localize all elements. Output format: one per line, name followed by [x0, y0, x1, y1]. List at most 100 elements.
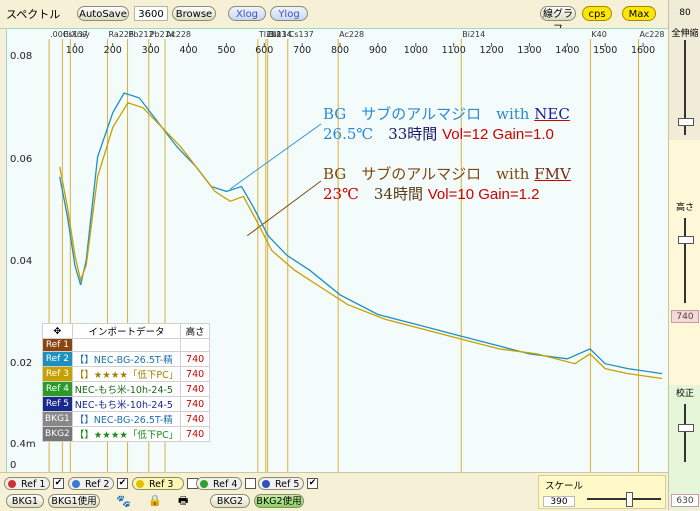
cps-button[interactable]: cps: [582, 6, 612, 21]
ref1-label: Ref 1: [21, 479, 46, 490]
isotope-label: K40: [591, 30, 606, 39]
ref5-toggle[interactable]: Ref 5: [258, 477, 304, 490]
printer-icon[interactable]: 🖶: [178, 495, 190, 507]
ref-height[interactable]: 740: [180, 411, 210, 427]
ref-height[interactable]: 740: [180, 381, 210, 397]
height-label: 高さ: [675, 203, 694, 213]
ref-height[interactable]: 740: [180, 426, 210, 442]
header-height: 高さ: [180, 323, 210, 339]
table-row[interactable]: BKG1 【】NEC-BG-26.5T-精 740: [42, 411, 210, 427]
line-graph-button[interactable]: 線グラフ: [540, 6, 576, 35]
ref-height[interactable]: 740: [180, 396, 210, 412]
ref-tag: Ref 2: [42, 351, 73, 367]
scale-panel: スケール 390: [538, 475, 666, 509]
xlog-toggle[interactable]: Xlog: [228, 6, 266, 21]
x-tick-label: 900: [369, 45, 387, 56]
scale-value[interactable]: 390: [543, 496, 575, 507]
ylog-toggle-label: Ylog: [278, 9, 300, 20]
ref4-toggle[interactable]: Ref 4: [196, 477, 242, 490]
fit-all-button[interactable]: 全伸縮: [669, 26, 700, 39]
autosave-interval-field[interactable]: 3600: [134, 6, 168, 21]
ref-name: 【】NEC-BG-26.5T-精: [71, 351, 182, 367]
scale-label: スケール: [545, 481, 584, 492]
scale-slider-track[interactable]: [587, 498, 661, 500]
height-value[interactable]: 740: [671, 310, 699, 323]
browse-button[interactable]: Browse: [172, 6, 216, 21]
bkg2-button[interactable]: BKG2: [210, 494, 250, 508]
bkg1-button[interactable]: BKG1: [6, 494, 44, 508]
bkg2-use-button[interactable]: BKG2使用: [254, 494, 304, 508]
isotope-label: Ac228: [640, 30, 665, 39]
scale-slider-knob[interactable]: [626, 492, 633, 507]
fmv-annotation-line1: BG サブのアルマジロ with FMV: [323, 163, 571, 184]
table-row[interactable]: Ref 3 【】★★★★「低下PC」 740: [42, 366, 210, 382]
ref-name: [71, 338, 182, 352]
x-tick-label: 1200: [479, 45, 503, 56]
autosave-button[interactable]: AutoSave: [77, 6, 129, 21]
nec-annotation-brand: NEC: [534, 105, 570, 123]
ref3-dot-icon: [136, 480, 144, 488]
x-tick-label: 1600: [631, 45, 655, 56]
nec-annotation-text: BG サブのアルマジロ with: [323, 105, 530, 123]
ref-name: NEC-もち米-10h-24-5: [71, 381, 182, 397]
calib-slider-knob[interactable]: [678, 424, 694, 432]
y-tick-label: 0.4m: [10, 439, 36, 450]
bkg1-use-button[interactable]: BKG1使用: [48, 494, 100, 508]
x-tick-label: 1100: [442, 45, 466, 56]
window-title: スペクトル: [6, 8, 61, 21]
calib-slider-track[interactable]: [684, 404, 686, 462]
table-row[interactable]: Ref 4 NEC-もち米-10h-24-5 740: [42, 381, 210, 397]
fmv-annotation-hours: 34時間: [358, 185, 423, 203]
ref3-label: Ref 3: [149, 479, 174, 490]
paw-icon[interactable]: 🐾: [116, 494, 131, 508]
ylog-toggle[interactable]: Ylog: [270, 6, 308, 21]
nec-pointer-line: [229, 123, 322, 190]
ref2-toggle[interactable]: Ref 2: [68, 477, 114, 490]
table-row[interactable]: BKG2 【】★★★★「低下PC」 740: [42, 426, 210, 442]
ref-name: 【】★★★★「低下PC」: [71, 366, 182, 382]
isotope-label: Bi: [63, 30, 71, 39]
ref1-toggle[interactable]: Ref 1: [4, 477, 50, 490]
isotope-label: Ac228: [166, 30, 191, 39]
ref-tag: Ref 5: [42, 396, 73, 412]
fmv-annotation-brand: FMV: [534, 165, 571, 183]
x-tick-label: 300: [142, 45, 160, 56]
x-tick-label: 1500: [593, 45, 617, 56]
ref4-checkbox[interactable]: [245, 478, 256, 489]
isotope-label: Xray: [71, 30, 90, 39]
ref5-checkbox[interactable]: ✔: [307, 478, 318, 489]
table-row[interactable]: Ref 2 【】NEC-BG-26.5T-精 740: [42, 351, 210, 367]
ref4-dot-icon: [200, 480, 208, 488]
height-slider-track[interactable]: [684, 218, 686, 303]
lock-icon[interactable]: 🔒: [148, 495, 162, 507]
nec-annotation-temp: 26.5℃: [323, 125, 374, 143]
bkg-tag: BKG1: [42, 411, 73, 427]
height-slider-knob[interactable]: [678, 236, 694, 244]
ref-height[interactable]: 740: [180, 351, 210, 367]
fmv-annotation-text: BG サブのアルマジロ with: [323, 165, 530, 183]
top-value: 80: [679, 8, 691, 18]
fit-slider-knob[interactable]: [678, 118, 694, 126]
x-tick-label: 1400: [555, 45, 579, 56]
ref-height[interactable]: [180, 338, 210, 352]
x-tick-label: 800: [331, 45, 349, 56]
xlog-toggle-label: Xlog: [235, 9, 259, 20]
ref-height[interactable]: 740: [180, 366, 210, 382]
nec-annotation-vol: Vol=12 Gain=1.0: [442, 126, 554, 143]
header-import: インポートデータ: [71, 323, 182, 339]
ref2-checkbox[interactable]: ✔: [117, 478, 128, 489]
ref-tag: Ref 3: [42, 366, 73, 382]
ref-tag: Ref 4: [42, 381, 73, 397]
move-handle-icon[interactable]: ✥: [42, 323, 73, 339]
table-row[interactable]: Ref 1: [42, 338, 210, 352]
ref3-toggle[interactable]: Ref 3: [132, 477, 184, 490]
fmv-annotation-temp: 23℃: [323, 185, 359, 203]
table-row[interactable]: Ref 5 NEC-もち米-10h-24-5 740: [42, 396, 210, 412]
x-tick-label: 100: [66, 45, 84, 56]
ref1-checkbox[interactable]: ✔: [53, 478, 64, 489]
max-button[interactable]: Max: [622, 6, 656, 21]
import-data-table: ✥ インポートデータ 高さ Ref 1 Ref 2 【】NEC-BG-26.5T…: [42, 323, 210, 442]
calib-label: 校正: [675, 389, 694, 399]
calib-value[interactable]: 630: [671, 494, 699, 507]
x-tick-label: 1000: [404, 45, 428, 56]
